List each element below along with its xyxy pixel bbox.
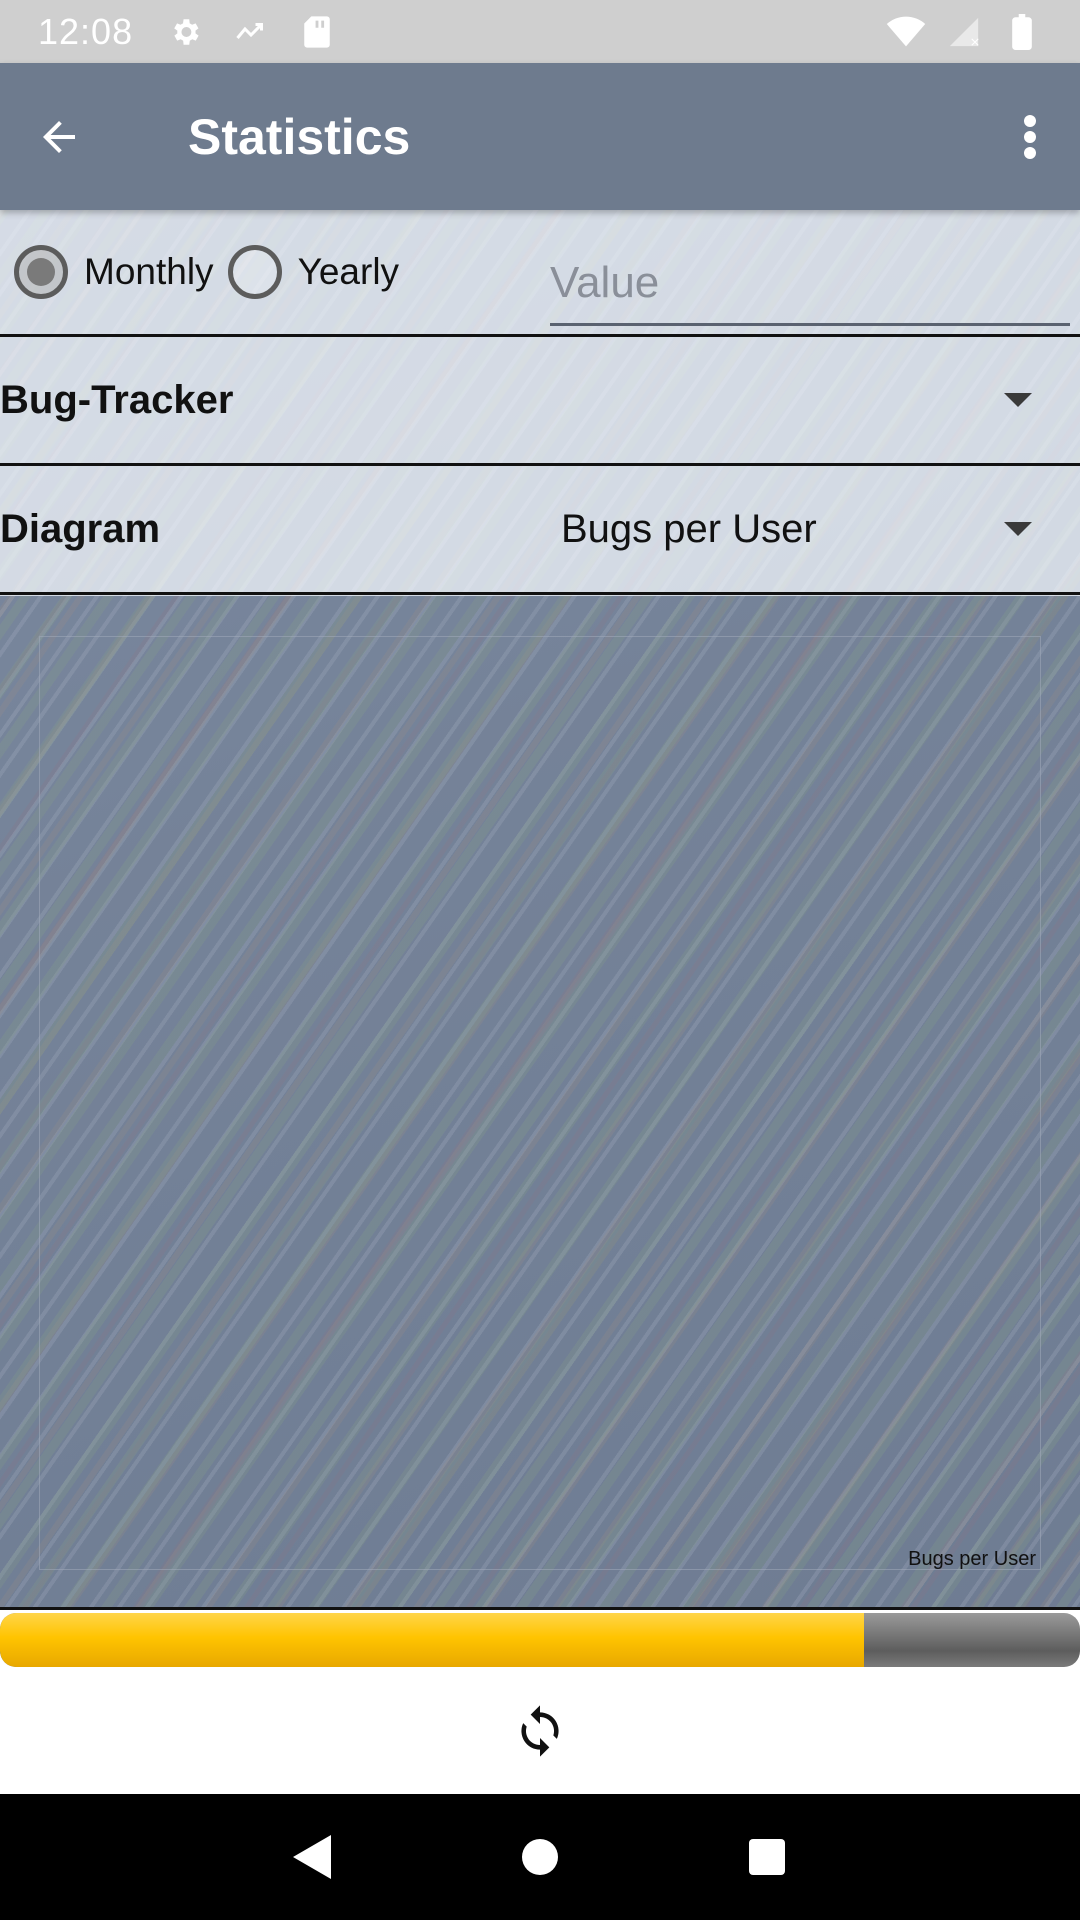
radio-yearly[interactable]: Yearly <box>214 232 399 312</box>
radio-yearly-circle[interactable] <box>227 245 282 299</box>
home-circle-icon <box>521 1839 558 1875</box>
app-bar: Statistics <box>0 63 1080 210</box>
sd-card-icon <box>297 12 337 52</box>
radio-yearly-label[interactable]: Yearly <box>298 251 399 293</box>
refresh-button[interactable] <box>495 1686 585 1776</box>
radio-monthly-circle[interactable] <box>14 245 68 299</box>
status-icons-left <box>165 12 337 52</box>
chart-area: Bugs per User <box>0 598 1080 1610</box>
trend-icon <box>231 12 271 52</box>
status-bar: 12:08 × <box>0 0 1080 63</box>
svg-text:×: × <box>970 35 981 49</box>
action-bar <box>0 1667 1080 1794</box>
status-time: 12:08 <box>38 10 134 52</box>
wifi-icon <box>886 12 926 52</box>
radio-monthly[interactable]: Monthly <box>0 232 214 312</box>
value-input[interactable] <box>550 238 1070 318</box>
progress-fill <box>0 1613 864 1667</box>
recents-square-icon <box>748 1839 785 1875</box>
chart-description: Bugs per User <box>908 1548 1036 1570</box>
nav-recents-button[interactable] <box>722 1812 812 1902</box>
nav-back-button[interactable] <box>268 1812 358 1902</box>
refresh-icon <box>521 1704 559 1757</box>
progress-bar <box>0 1613 1080 1667</box>
back-triangle-icon <box>293 1835 332 1879</box>
diagram-value: Bugs per User <box>561 506 817 551</box>
bug-tracker-spinner[interactable]: Bug-Tracker <box>0 337 1080 466</box>
dropdown-arrow-icon[interactable] <box>1004 522 1032 536</box>
cell-signal-icon: × <box>944 12 984 52</box>
value-field <box>550 238 1070 326</box>
period-options-row: Monthly Yearly <box>0 210 1080 337</box>
overflow-menu-button[interactable] <box>980 63 1080 210</box>
bug-tracker-label: Bug-Tracker <box>0 377 234 422</box>
diagram-label: Diagram <box>0 506 161 551</box>
nav-home-button[interactable] <box>495 1812 585 1902</box>
arrow-back-icon <box>43 120 75 153</box>
battery-icon <box>1002 12 1042 52</box>
chart-frame <box>39 636 1041 1570</box>
status-icons-right: × <box>886 12 1042 52</box>
page-title: Statistics <box>188 108 411 165</box>
radio-monthly-label[interactable]: Monthly <box>84 251 214 293</box>
dropdown-arrow-icon[interactable] <box>1004 393 1032 407</box>
back-button[interactable] <box>0 63 148 210</box>
radio-selected-dot <box>27 258 55 286</box>
more-vert-icon <box>1024 114 1036 159</box>
diagram-spinner[interactable]: Diagram Bugs per User <box>0 466 1080 595</box>
system-nav-bar <box>0 1794 1080 1920</box>
settings-icon <box>165 12 205 52</box>
